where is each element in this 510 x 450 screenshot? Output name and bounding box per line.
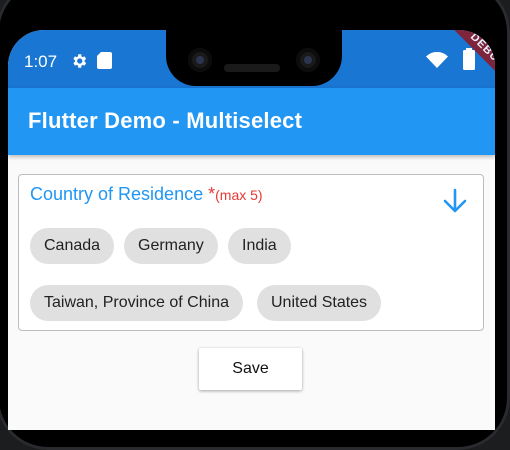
front-camera-icon [188,48,212,72]
gear-icon [73,54,87,68]
chip-india[interactable]: India [228,228,291,264]
app-bar: Flutter Demo - Multiselect [8,88,495,155]
max-hint: (max 5) [215,187,263,203]
app-title: Flutter Demo - Multiselect [28,108,303,133]
app-screen: 1:07 DEBUG Flutter Demo - Multiselect Co… [8,30,495,430]
chip-united-states[interactable]: United States [257,285,382,321]
sensor-icon [296,48,320,72]
save-button[interactable]: Save [199,348,302,390]
sd-card-icon [97,52,112,69]
chip-germany[interactable]: Germany [124,228,218,264]
arrow-down-icon[interactable] [441,187,469,215]
field-label-text: Country of Residence [30,184,204,204]
multiselect-field[interactable]: Country of Residence *(max 5) Canada Ger… [18,174,484,331]
chip-taiwan[interactable]: Taiwan, Province of China [30,285,243,321]
status-time: 1:07 [24,52,58,71]
field-label: Country of Residence *(max 5) [30,184,263,205]
camera-notch [166,30,342,86]
status-bar: 1:07 DEBUG [8,30,495,97]
earpiece-speaker [224,64,280,72]
battery-icon [463,48,475,70]
chip-canada[interactable]: Canada [30,228,115,264]
wifi-icon [426,52,448,68]
